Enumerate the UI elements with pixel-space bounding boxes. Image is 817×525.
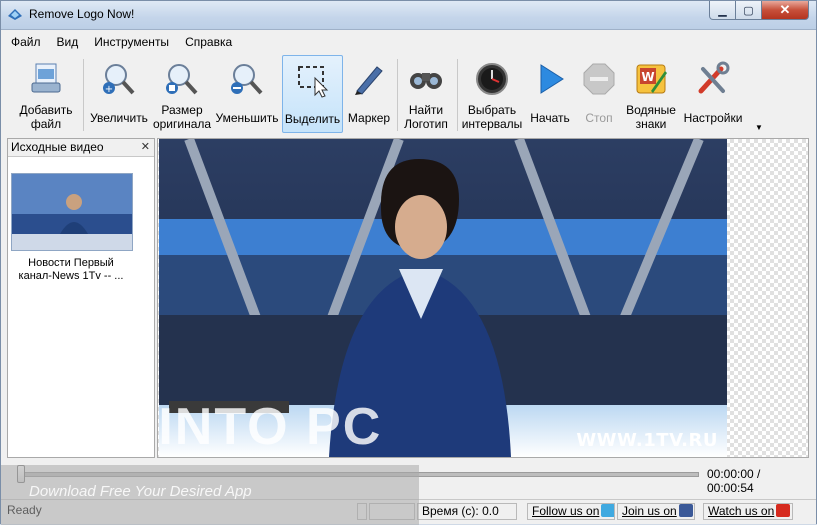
menu-view[interactable]: Вид bbox=[57, 35, 79, 49]
menu-file[interactable]: Файл bbox=[11, 35, 41, 49]
zoom-in-button[interactable]: + Увеличить bbox=[87, 55, 151, 133]
find-logo-label-2: Логотип bbox=[404, 117, 448, 131]
time-label: Время (с): 0.0 bbox=[417, 503, 517, 520]
menu-bar: Файл Вид Инструменты Справка bbox=[1, 31, 816, 53]
panel-header: Исходные видео ✕ bbox=[8, 139, 154, 157]
choose-intervals-button[interactable]: Выбрать интервалы bbox=[459, 55, 525, 133]
play-icon bbox=[540, 64, 564, 94]
watermarks-label-2: знаки bbox=[635, 117, 667, 131]
add-file-label-1: Добавить bbox=[19, 103, 73, 117]
facebook-link[interactable]: Join us on bbox=[617, 503, 695, 520]
tools-icon bbox=[698, 61, 730, 94]
settings-button[interactable]: Настройки bbox=[681, 55, 745, 133]
youtube-icon bbox=[776, 504, 791, 517]
panel-close-icon[interactable]: ✕ bbox=[141, 139, 150, 155]
video-thumbnail-caption[interactable]: Новости Первый канал-News 1Tv -- ... bbox=[12, 257, 130, 283]
close-icon: ✕ bbox=[779, 2, 791, 17]
panel-title: Исходные видео bbox=[11, 140, 104, 154]
video-thumbnail[interactable] bbox=[11, 173, 133, 251]
start-button[interactable]: Начать bbox=[525, 55, 575, 133]
find-logo-label-1: Найти bbox=[408, 103, 444, 117]
watch-text: Watch us on bbox=[708, 504, 775, 518]
zoom-out-button[interactable]: Уменьшить bbox=[213, 55, 281, 133]
start-label: Начать bbox=[530, 111, 570, 125]
add-file-icon bbox=[31, 63, 61, 93]
watermarks-button[interactable]: W Водяные знаки bbox=[623, 55, 679, 133]
youtube-link[interactable]: Watch us on bbox=[703, 503, 793, 520]
choose-intervals-label-1: Выбрать bbox=[467, 103, 517, 117]
zoom-out-icon bbox=[231, 64, 263, 95]
settings-label: Настройки bbox=[683, 111, 743, 125]
zoom-in-icon: + bbox=[103, 64, 135, 95]
thumbnail-image bbox=[12, 174, 132, 250]
watermark-overlay-subtitle: Download Free Your Desired App bbox=[29, 483, 252, 500]
zoom-out-label: Уменьшить bbox=[215, 111, 279, 125]
title-bar: Remove Logo Now! ▁ ▢ ✕ bbox=[1, 1, 816, 30]
follow-text: Follow us on bbox=[532, 504, 600, 518]
original-size-label-2: оригинала bbox=[152, 117, 212, 131]
stop-label: Стоп bbox=[585, 111, 613, 125]
selection-cursor-icon bbox=[297, 66, 328, 98]
minimize-icon: ▁ bbox=[718, 4, 727, 17]
video-watermark-text: WWW.1TV.RU bbox=[576, 430, 718, 451]
watermark-overlay-title: GET INTO PC bbox=[29, 398, 383, 456]
maximize-icon: ▢ bbox=[743, 4, 754, 17]
toolbar-separator bbox=[397, 59, 398, 131]
original-size-label-1: Размер bbox=[161, 103, 203, 117]
original-size-button[interactable]: Размер оригинала bbox=[151, 55, 213, 133]
zoom-in-label: Увеличить bbox=[90, 111, 148, 125]
add-file-button[interactable]: Добавить файл bbox=[13, 55, 79, 133]
stop-icon bbox=[583, 63, 615, 95]
binoculars-icon bbox=[410, 73, 442, 89]
original-size-icon bbox=[166, 64, 198, 95]
thumbnail-caption-line-1: Новости Первый bbox=[28, 257, 114, 269]
marker-pen-icon bbox=[355, 66, 383, 95]
facebook-icon bbox=[678, 504, 693, 517]
add-file-label-2: файл bbox=[30, 117, 62, 131]
select-button[interactable]: Выделить bbox=[282, 55, 343, 133]
app-window: Remove Logo Now! ▁ ▢ ✕ Файл Вид Инструме… bbox=[0, 0, 817, 525]
minimize-button[interactable]: ▁ bbox=[709, 1, 736, 20]
select-label: Выделить bbox=[284, 112, 341, 126]
thumbnail-caption-line-2: канал-News 1Tv -- ... bbox=[18, 270, 124, 282]
toolbar: Добавить файл + Увеличить Размер оригинала bbox=[7, 55, 810, 135]
toolbar-separator bbox=[457, 59, 458, 131]
svg-text:W: W bbox=[641, 70, 654, 84]
join-text: Join us on bbox=[622, 504, 677, 518]
find-logo-button[interactable]: Найти Логотип bbox=[399, 55, 453, 133]
watermarks-label-1: Водяные bbox=[626, 103, 676, 117]
menu-tools[interactable]: Инструменты bbox=[94, 35, 169, 49]
maximize-button[interactable]: ▢ bbox=[735, 1, 762, 20]
marker-label: Маркер bbox=[347, 111, 391, 125]
toolbar-overflow-icon[interactable]: ▼ bbox=[755, 123, 763, 132]
window-title: Remove Logo Now! bbox=[29, 7, 135, 21]
svg-text:+: + bbox=[105, 84, 113, 95]
stop-button[interactable]: Стоп bbox=[575, 55, 623, 133]
toolbar-separator bbox=[83, 59, 84, 131]
clock-icon bbox=[476, 63, 508, 95]
twitter-icon bbox=[601, 504, 614, 517]
marker-button[interactable]: Маркер bbox=[345, 55, 393, 133]
close-button[interactable]: ✕ bbox=[761, 1, 809, 20]
twitter-link[interactable]: Follow us on bbox=[527, 503, 615, 520]
menu-help[interactable]: Справка bbox=[185, 35, 232, 49]
time-readout: 00:00:00 / 00:00:54 bbox=[707, 467, 761, 495]
watermark-icon: W bbox=[636, 64, 667, 94]
choose-intervals-label-2: интервалы bbox=[461, 117, 523, 131]
app-logo-icon bbox=[8, 9, 22, 20]
